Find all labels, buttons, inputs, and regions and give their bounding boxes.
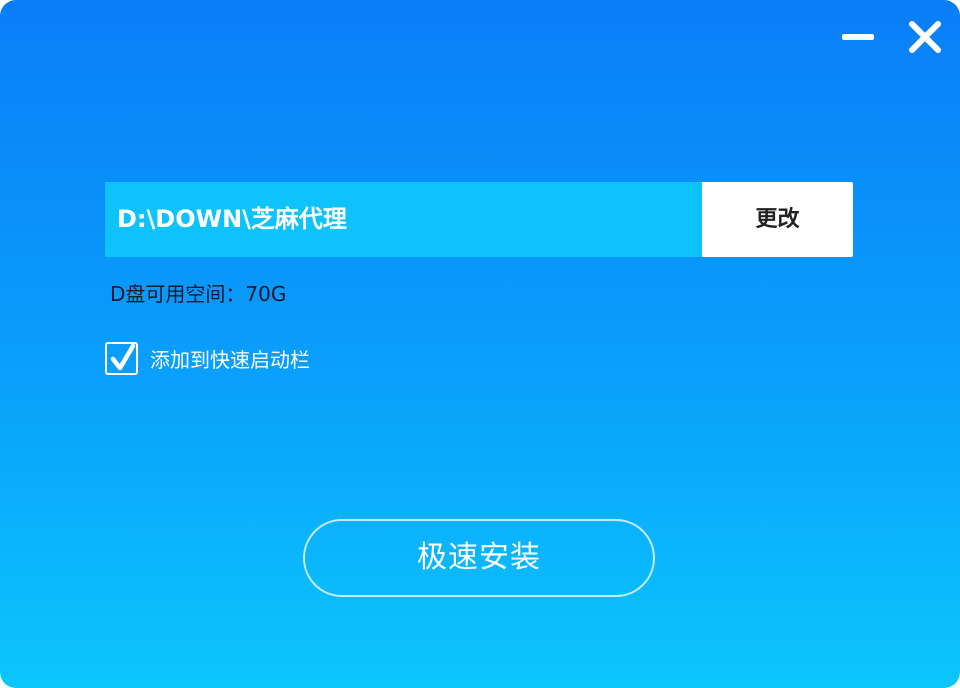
change-path-button[interactable]: 更改: [702, 182, 853, 257]
disk-space-label: D盘可用空间：: [110, 282, 246, 306]
minimize-button[interactable]: [840, 20, 874, 54]
close-button[interactable]: [908, 20, 942, 54]
window-controls: [840, 20, 942, 54]
quick-launch-label[interactable]: 添加到快速启动栏: [150, 344, 310, 373]
disk-space-value: 70G: [245, 282, 287, 306]
minimize-icon: [842, 34, 874, 40]
fast-install-button[interactable]: 极速安装: [303, 519, 655, 597]
installer-window: D:\DOWN\芝麻代理 更改 D盘可用空间：70G 添加到快速启动栏 极速安装: [0, 0, 960, 688]
disk-space-info: D盘可用空间：70G: [110, 278, 286, 307]
install-path-field[interactable]: D:\DOWN\芝麻代理: [105, 182, 702, 257]
checkmark-icon: [110, 344, 136, 371]
install-path-row: D:\DOWN\芝麻代理 更改: [105, 182, 853, 257]
quick-launch-option: 添加到快速启动栏: [105, 342, 310, 375]
close-icon: [909, 21, 941, 53]
quick-launch-checkbox[interactable]: [105, 342, 138, 375]
